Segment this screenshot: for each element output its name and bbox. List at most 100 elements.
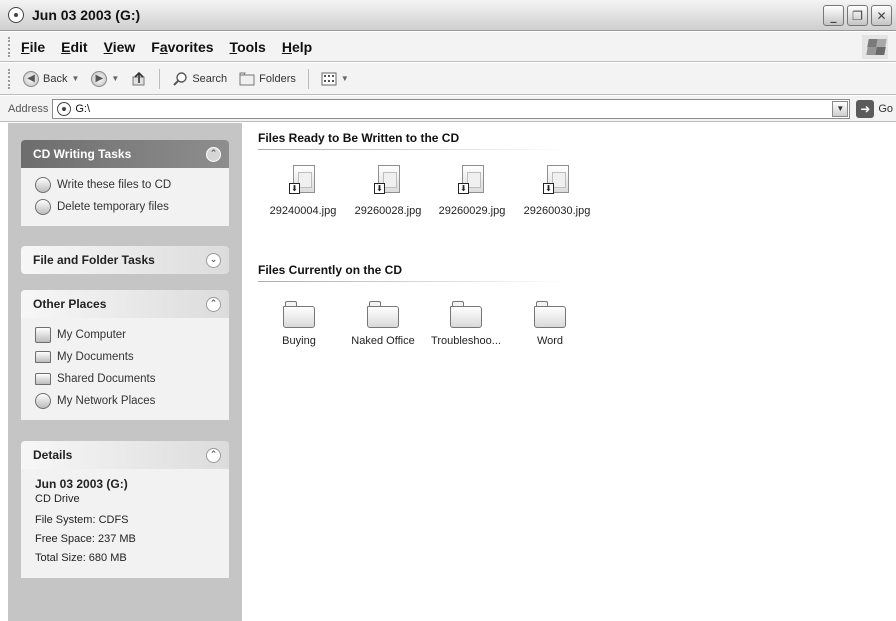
folder-item[interactable]: Word	[507, 299, 593, 347]
pending-files-heading: Files Ready to Be Written to the CD	[258, 131, 460, 145]
menu-tools-accelerator: T	[229, 38, 238, 55]
file-item[interactable]: ⬇ 29260028.jpg	[345, 163, 431, 217]
address-label: Address	[8, 102, 49, 115]
menu-help[interactable]: Help	[282, 39, 312, 55]
search-button[interactable]: Search	[168, 69, 231, 89]
place-my-network-places[interactable]: My Network Places	[35, 390, 219, 412]
place-shared-documents[interactable]: Shared Documents	[35, 368, 219, 390]
place-my-computer[interactable]: My Computer	[35, 324, 219, 346]
collapse-chevron-icon[interactable]: ⌃	[206, 146, 221, 162]
write-cd-icon	[35, 177, 51, 193]
other-places-header[interactable]: Other Places ⌃	[21, 290, 229, 318]
go-button[interactable]: ➜ Go	[856, 99, 894, 118]
menu-favorites[interactable]: Favorites	[151, 39, 213, 55]
title-bar[interactable]: Jun 03 2003 (G:) _ ❐ ✕	[0, 0, 896, 31]
go-arrow-icon: ➜	[856, 99, 875, 118]
back-label: Back	[43, 72, 68, 85]
folder-item[interactable]: Buying	[256, 299, 342, 347]
file-folder-tasks-header[interactable]: File and Folder Tasks ⌄	[21, 246, 229, 274]
place-label: Shared Documents	[57, 373, 156, 385]
chevron-down-icon[interactable]: ▼	[71, 74, 79, 83]
menu-help-accelerator: H	[281, 38, 292, 55]
file-item[interactable]: ⬇ 29240004.jpg	[260, 163, 346, 217]
collapse-chevron-icon[interactable]: ⌃	[206, 447, 221, 463]
other-places-panel: Other Places ⌃ My Computer My Documents …	[21, 290, 229, 420]
jpeg-file-icon: ⬇	[541, 163, 573, 199]
menu-file[interactable]: File	[21, 39, 45, 55]
menu-favorites-label: vorites	[167, 38, 214, 55]
close-button[interactable]: ✕	[871, 5, 892, 26]
cd-drive-icon	[57, 101, 72, 116]
details-drive-type: CD Drive	[35, 493, 80, 505]
folders-icon	[239, 72, 255, 85]
back-button[interactable]: ◀ Back ▼	[19, 69, 83, 89]
expand-chevron-icon[interactable]: ⌄	[206, 252, 221, 268]
folder-icon	[365, 299, 401, 329]
folder-name: Naked Office	[351, 335, 415, 347]
window-title: Jun 03 2003 (G:)	[32, 7, 141, 23]
jpeg-file-icon: ⬇	[456, 163, 488, 199]
details-header[interactable]: Details ⌃	[21, 441, 229, 469]
views-icon	[321, 72, 337, 85]
address-dropdown-button[interactable]: ▼	[832, 100, 849, 117]
toolbar-separator	[159, 68, 161, 89]
file-name: 29260030.jpg	[523, 205, 591, 217]
details-body: Jun 03 2003 (G:) CD Drive File System: C…	[21, 469, 229, 578]
menu-edit[interactable]: Edit	[61, 39, 87, 55]
folder-item[interactable]: Naked Office	[340, 299, 426, 347]
search-icon	[173, 71, 188, 86]
menu-tools[interactable]: Tools	[230, 39, 266, 55]
task-write-files-to-cd[interactable]: Write these files to CD	[35, 174, 219, 196]
file-folder-tasks-panel: File and Folder Tasks ⌄	[21, 246, 229, 274]
pending-files-divider	[258, 149, 568, 150]
network-places-icon	[35, 393, 51, 409]
forward-button[interactable]: ▶ ▼	[87, 69, 123, 89]
address-value: G:\	[75, 102, 91, 115]
task-label: Write these files to CD	[57, 179, 172, 191]
delete-temp-files-icon	[35, 199, 51, 215]
task-delete-temporary-files[interactable]: Delete temporary files	[35, 196, 219, 218]
folder-icon	[448, 299, 484, 329]
menu-tools-label: ools	[237, 38, 266, 55]
address-bar: Address G:\ ▼ ➜ Go	[0, 96, 896, 122]
folder-item[interactable]: Troubleshoo...	[423, 299, 509, 347]
toolbar-grip[interactable]	[8, 68, 11, 89]
file-item[interactable]: ⬇ 29260029.jpg	[429, 163, 515, 217]
restore-button[interactable]: ❐	[847, 5, 868, 26]
menu-favorites-prefix: F	[151, 38, 160, 55]
file-name: 29260028.jpg	[354, 205, 422, 217]
collapse-chevron-icon[interactable]: ⌃	[206, 296, 221, 312]
folders-button[interactable]: Folders	[235, 70, 300, 88]
chevron-down-icon: ▼	[340, 74, 349, 83]
cd-writing-tasks-title: CD Writing Tasks	[33, 147, 132, 161]
go-label: Go	[878, 102, 894, 115]
folder-name: Troubleshoo...	[431, 335, 501, 347]
cd-writing-tasks-panel: CD Writing Tasks ⌃ Write these files to …	[21, 140, 229, 226]
folder-icon	[281, 299, 317, 329]
cd-writing-tasks-body: Write these files to CD Delete temporary…	[21, 168, 229, 226]
menu-favorites-accelerator: a	[159, 38, 168, 55]
views-button[interactable]: ▼	[317, 70, 353, 88]
file-view[interactable]: Files Ready to Be Written to the CD ⬇ 29…	[242, 123, 896, 621]
menu-grip[interactable]	[8, 36, 11, 57]
place-my-documents[interactable]: My Documents	[35, 346, 219, 368]
minimize-button[interactable]: _	[823, 5, 844, 26]
shared-documents-icon	[35, 373, 51, 385]
up-button[interactable]	[127, 69, 151, 89]
cd-drive-icon	[8, 7, 24, 23]
file-name: 29260029.jpg	[438, 205, 506, 217]
windows-logo-icon	[862, 35, 888, 59]
file-folder-tasks-title: File and Folder Tasks	[33, 253, 155, 267]
search-label: Search	[192, 72, 228, 85]
file-item[interactable]: ⬇ 29260030.jpg	[514, 163, 600, 217]
menu-view[interactable]: View	[104, 39, 136, 55]
place-label: My Computer	[57, 329, 127, 341]
my-computer-icon	[35, 327, 51, 343]
my-documents-icon	[35, 351, 51, 363]
chevron-down-icon[interactable]: ▼	[111, 74, 119, 83]
menu-view-label: iew	[112, 38, 136, 55]
cd-writing-tasks-header[interactable]: CD Writing Tasks ⌃	[21, 140, 229, 168]
forward-arrow-icon: ▶	[91, 70, 108, 87]
address-input[interactable]: G:\ ▼	[52, 98, 851, 119]
details-free-space: Free Space: 237 MB	[35, 533, 136, 545]
